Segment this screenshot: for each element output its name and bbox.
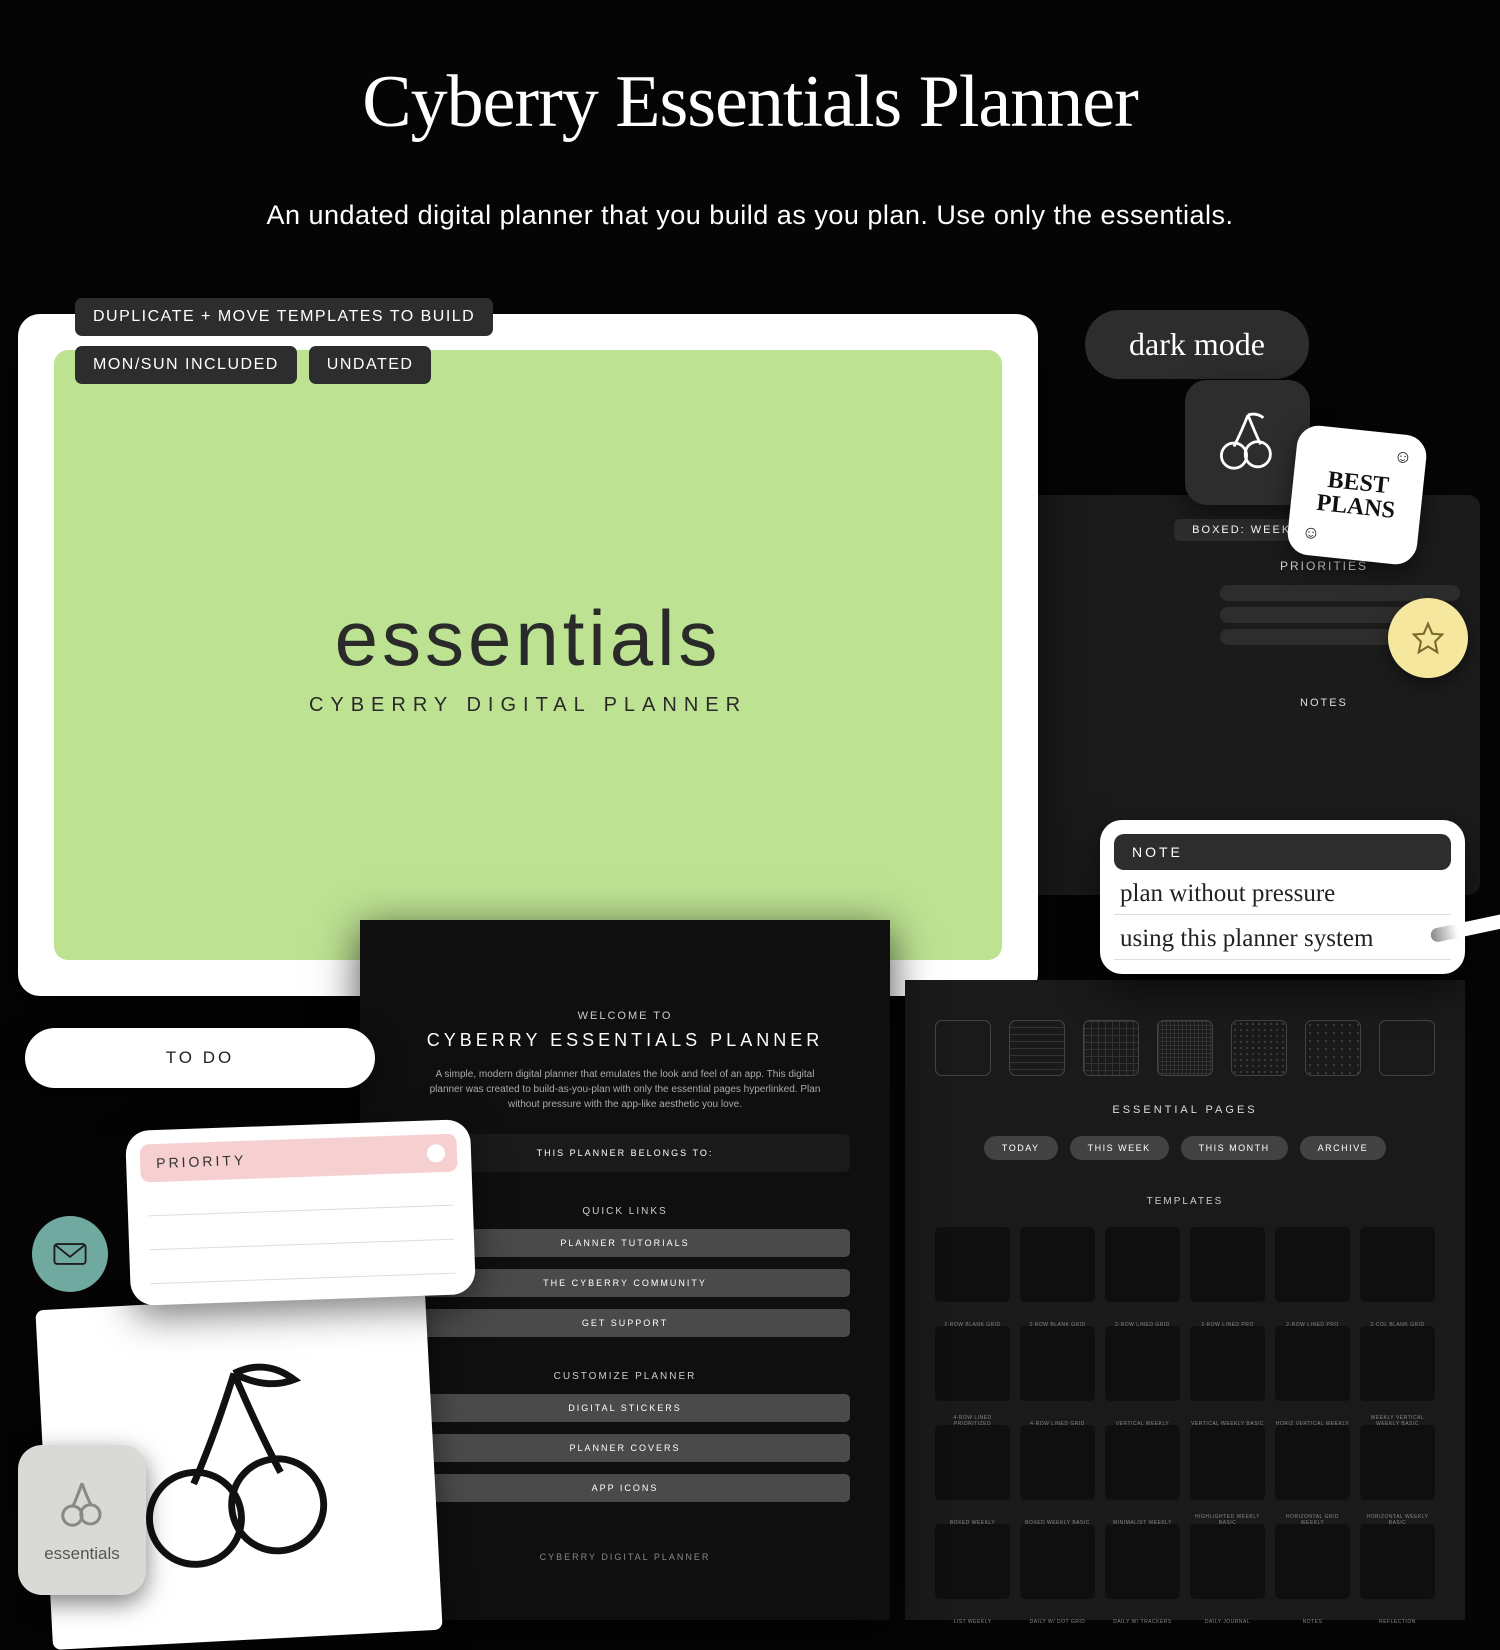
link-icons[interactable]: APP ICONS	[400, 1474, 850, 1502]
cover-subtitle: CYBERRY DIGITAL PLANNER	[309, 694, 747, 717]
template-thumb[interactable]	[935, 1326, 1010, 1401]
priority-card: PRIORITY	[125, 1119, 476, 1306]
template-thumb[interactable]	[1020, 1227, 1095, 1302]
pattern-smallgrid[interactable]	[1157, 1020, 1213, 1076]
template-thumb[interactable]	[1105, 1326, 1180, 1401]
template-thumb[interactable]	[1275, 1425, 1350, 1500]
template-label: DAILY W/ DOT GRID	[1020, 1619, 1095, 1625]
pill-archive[interactable]: ARCHIVE	[1300, 1136, 1387, 1160]
pill-week[interactable]: THIS WEEK	[1070, 1136, 1169, 1160]
page-subtitle: An undated digital planner that you buil…	[0, 200, 1500, 231]
pattern-lines[interactable]	[1009, 1020, 1065, 1076]
pattern-blank[interactable]	[935, 1020, 991, 1076]
welcome-footer: CYBERRY DIGITAL PLANNER	[400, 1552, 850, 1562]
badge-duplicate: DUPLICATE + MOVE TEMPLATES TO BUILD	[75, 298, 493, 336]
cherry-icon-tile	[1185, 380, 1310, 505]
pill-month[interactable]: THIS MONTH	[1181, 1136, 1288, 1160]
welcome-desc: A simple, modern digital planner that em…	[400, 1067, 850, 1112]
template-thumb[interactable]	[1105, 1227, 1180, 1302]
welcome-title: CYBERRY ESSENTIALS PLANNER	[400, 1030, 850, 1051]
pattern-row	[935, 1020, 1435, 1076]
cherry-outline-icon	[118, 1349, 360, 1591]
template-thumb[interactable]	[1360, 1425, 1435, 1500]
priority-dot-icon	[427, 1144, 446, 1163]
link-support[interactable]: GET SUPPORT	[400, 1309, 850, 1337]
template-thumb[interactable]	[935, 1425, 1010, 1500]
cherry-icon	[1213, 408, 1283, 478]
smiley-icon: ☺	[1301, 521, 1321, 544]
todo-pill[interactable]: TO DO	[25, 1028, 375, 1088]
template-thumb[interactable]	[1190, 1425, 1265, 1500]
essential-pages-label: ESSENTIAL PAGES	[935, 1104, 1435, 1116]
template-thumb[interactable]	[935, 1227, 1010, 1302]
note-card: NOTE plan without pressure using this pl…	[1100, 820, 1465, 974]
template-thumb[interactable]	[935, 1524, 1010, 1599]
essentials-tile-label: essentials	[44, 1544, 120, 1564]
page-title: Cyberry Essentials Planner	[0, 0, 1500, 145]
template-thumb[interactable]	[1360, 1227, 1435, 1302]
pill-row: TODAY THIS WEEK THIS MONTH ARCHIVE	[935, 1136, 1435, 1160]
template-label: DAILY W/ TRACKERS	[1105, 1619, 1180, 1625]
template-thumb[interactable]	[1105, 1524, 1180, 1599]
link-stickers[interactable]: DIGITAL STICKERS	[400, 1394, 850, 1422]
note-card-header: NOTE	[1114, 834, 1451, 870]
badge-undated: UNDATED	[309, 346, 432, 384]
template-thumb[interactable]	[1105, 1425, 1180, 1500]
template-thumb[interactable]	[1275, 1524, 1350, 1599]
welcome-small: WELCOME TO	[400, 1010, 850, 1022]
template-thumb[interactable]	[1275, 1227, 1350, 1302]
template-thumb[interactable]	[1020, 1425, 1095, 1500]
star-badge	[1388, 598, 1468, 678]
planner-cover: essentials CYBERRY DIGITAL PLANNER	[18, 314, 1038, 996]
pattern-grid[interactable]	[1083, 1020, 1139, 1076]
planner-cover-inner: essentials CYBERRY DIGITAL PLANNER	[54, 350, 1002, 960]
template-label: DAILY JOURNAL	[1190, 1619, 1265, 1625]
smiley-icon: ☺	[1393, 446, 1413, 469]
cherry-icon	[52, 1476, 112, 1536]
badge-monsun: MON/SUN INCLUDED	[75, 346, 297, 384]
template-thumb[interactable]	[1360, 1326, 1435, 1401]
notes-label: NOTES	[1300, 697, 1348, 709]
star-icon	[1411, 621, 1445, 655]
email-badge[interactable]	[32, 1216, 108, 1292]
template-thumb[interactable]	[1190, 1524, 1265, 1599]
essentials-app-tile[interactable]: essentials	[18, 1445, 146, 1595]
badge-group: DUPLICATE + MOVE TEMPLATES TO BUILD MON/…	[75, 298, 493, 384]
dark-mode-label: dark mode	[1085, 310, 1309, 379]
template-thumb[interactable]	[1020, 1524, 1095, 1599]
template-label: REFLECTION	[1360, 1619, 1435, 1625]
templates-label: TEMPLATES	[935, 1196, 1435, 1207]
pattern-blank2[interactable]	[1379, 1020, 1435, 1076]
cover-title: essentials	[335, 593, 722, 684]
template-grid: 2-ROW BLANK GRID2-ROW BLANK GRID2-ROW LI…	[935, 1227, 1435, 1613]
template-thumb[interactable]	[1190, 1326, 1265, 1401]
template-thumb[interactable]	[1360, 1524, 1435, 1599]
pattern-hex[interactable]	[1305, 1020, 1361, 1076]
template-label: LIST WEEKLY	[935, 1619, 1010, 1625]
template-thumb[interactable]	[1275, 1326, 1350, 1401]
pill-today[interactable]: TODAY	[984, 1136, 1058, 1160]
pattern-dots[interactable]	[1231, 1020, 1287, 1076]
template-thumb[interactable]	[1020, 1326, 1095, 1401]
priorities-label: PRIORITIES	[1280, 559, 1368, 573]
templates-panel: ESSENTIAL PAGES TODAY THIS WEEK THIS MON…	[905, 980, 1465, 1620]
customize-label: CUSTOMIZE PLANNER	[400, 1371, 850, 1382]
priority-label: PRIORITY	[156, 1152, 247, 1171]
note-line-2: using this planner system	[1114, 915, 1451, 960]
template-thumb[interactable]	[1190, 1227, 1265, 1302]
note-line-1: plan without pressure	[1114, 870, 1451, 915]
mail-icon	[53, 1242, 87, 1266]
best-plans-sticker: ☺ BEST PLANS ☺	[1286, 424, 1429, 567]
template-label: NOTES	[1275, 1619, 1350, 1625]
link-covers[interactable]: PLANNER COVERS	[400, 1434, 850, 1462]
